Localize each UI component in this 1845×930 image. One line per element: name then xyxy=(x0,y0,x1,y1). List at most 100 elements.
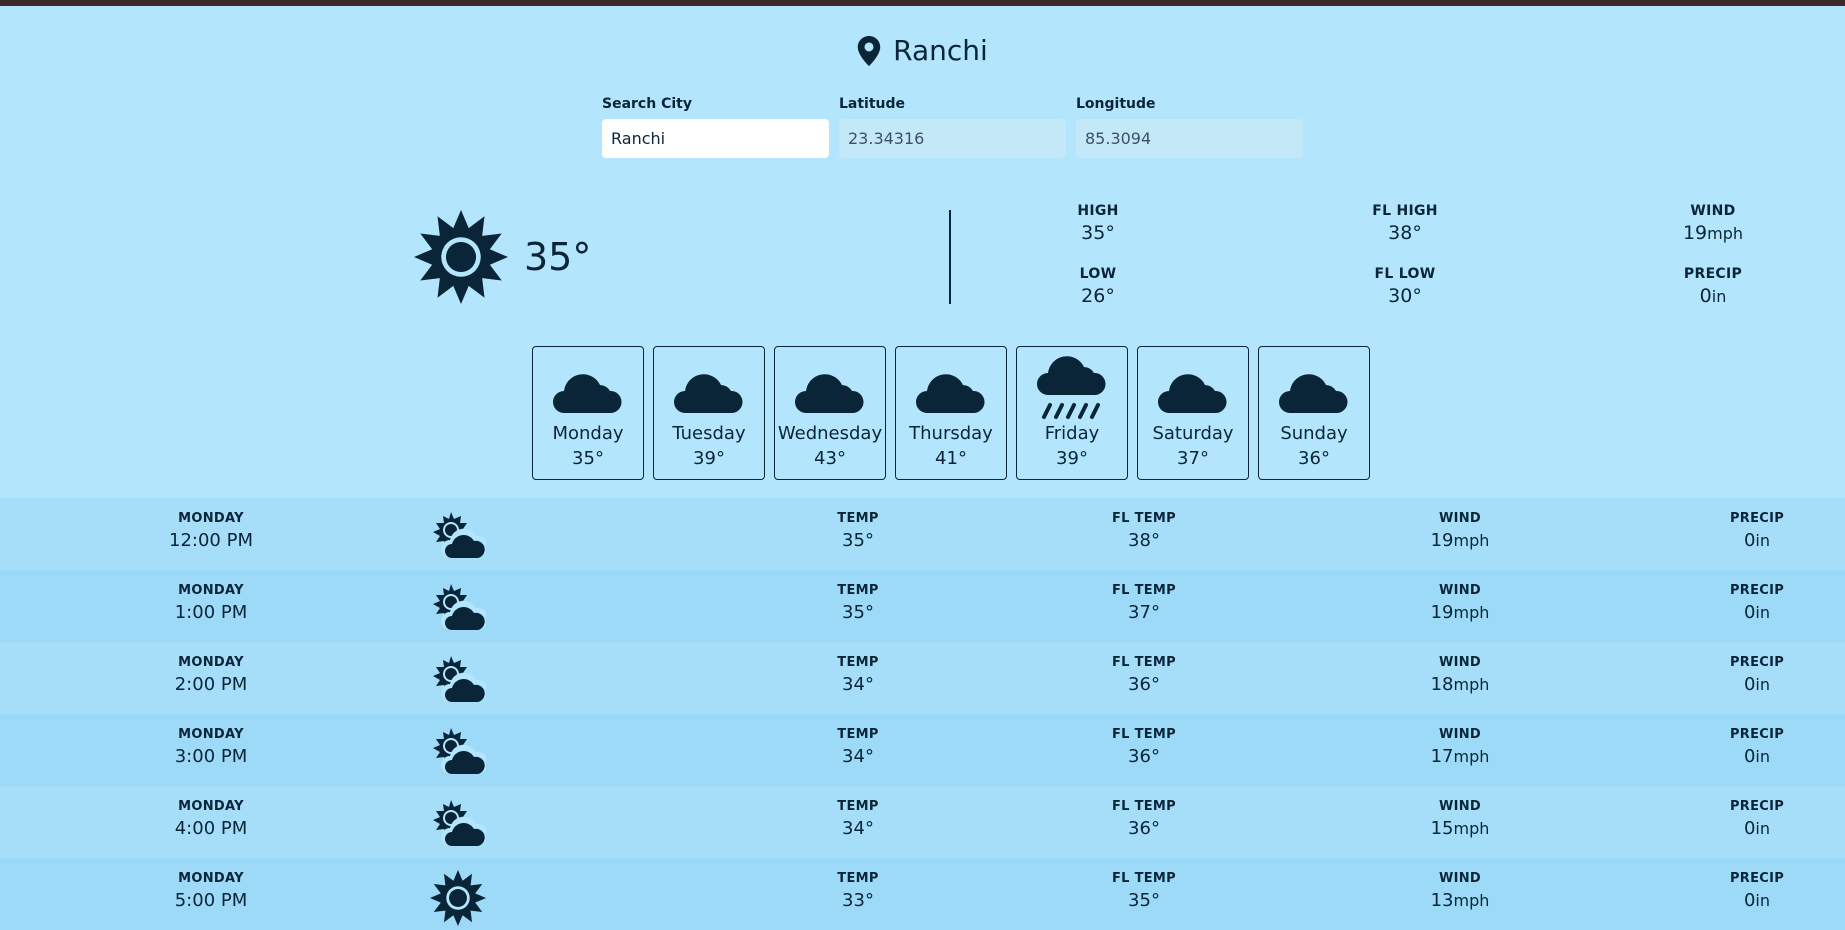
latitude-input[interactable] xyxy=(839,119,1066,158)
hour-temp-label: TEMP xyxy=(837,799,879,814)
current-weather: 35° xyxy=(414,210,591,304)
hourly-row: MONDAY 3:00 PM TEMP 34° FL TEMP 36° WIND 17mph P… xyxy=(0,714,1845,786)
day-temp: 43° xyxy=(814,448,846,469)
hour-precip: 0in xyxy=(1677,746,1837,767)
hour-precip-value: 0 xyxy=(1743,746,1756,767)
unit: in xyxy=(1755,675,1771,694)
hour-fl-temp-cell: FL TEMP 36° xyxy=(1064,727,1224,767)
hour-fl-temp-cell: FL TEMP 37° xyxy=(1064,583,1224,623)
hour-temp-cell: TEMP 34° xyxy=(778,727,938,767)
hour-fl-temp-cell: FL TEMP 38° xyxy=(1064,511,1224,551)
day-card-friday[interactable]: Friday 39° xyxy=(1016,346,1128,480)
unit: in xyxy=(1755,819,1771,838)
wind-unit: mph xyxy=(1707,224,1744,243)
hour-wind-value: 19 xyxy=(1430,530,1454,551)
hour-day: MONDAY xyxy=(178,799,244,814)
unit: in xyxy=(1755,603,1771,622)
unit: mph xyxy=(1453,891,1490,910)
hour-precip-value: 0 xyxy=(1743,530,1756,551)
precip-unit: in xyxy=(1711,287,1727,306)
hourly-forecast: MONDAY 12:00 PM TEMP 35° FL TEMP 38° WIND 19mph… xyxy=(0,498,1845,930)
hour-temp-label: TEMP xyxy=(837,727,879,742)
hour-temp-cell: TEMP 34° xyxy=(778,799,938,839)
latitude-label: Latitude xyxy=(839,96,906,112)
hour-wind-cell: WIND 19mph xyxy=(1380,583,1540,623)
hour-temp: 34° xyxy=(778,674,938,695)
search-city-input[interactable] xyxy=(602,119,829,158)
cloud-icon xyxy=(1155,351,1231,421)
search-city-label: Search City xyxy=(602,96,692,112)
hour-wind-label: WIND xyxy=(1438,799,1482,814)
hour-fl-temp: 36° xyxy=(1064,674,1224,695)
hour-time-cell: MONDAY 5:00 PM xyxy=(131,871,291,911)
hour-wind-value: 19 xyxy=(1430,602,1454,623)
hour-fl-temp-cell: FL TEMP 36° xyxy=(1064,799,1224,839)
unit: mph xyxy=(1453,675,1490,694)
day-card-wednesday[interactable]: Wednesday 43° xyxy=(774,346,886,480)
day-name: Thursday xyxy=(909,423,993,444)
hour-wind-value: 13 xyxy=(1430,890,1454,911)
hour-fl-temp-label: FL TEMP xyxy=(1111,511,1176,526)
hour-wind-cell: WIND 17mph xyxy=(1380,727,1540,767)
hour-precip-value: 0 xyxy=(1743,890,1756,911)
stat-label: HIGH xyxy=(1077,203,1119,219)
hour-precip-label: PRECIP xyxy=(1729,655,1785,670)
stat-label: FL HIGH xyxy=(1372,203,1438,219)
wind-value: 19 xyxy=(1682,222,1708,244)
hourly-row: MONDAY 5:00 PM TEMP 33° FL TEMP 35° WIND 13mph P… xyxy=(0,858,1845,930)
precip-value: 0 xyxy=(1699,285,1712,307)
day-name: Monday xyxy=(552,423,624,444)
hour-temp: 35° xyxy=(778,602,938,623)
hour-wind-cell: WIND 19mph xyxy=(1380,511,1540,551)
hour-precip: 0in xyxy=(1677,530,1837,551)
hour-temp-cell: TEMP 34° xyxy=(778,655,938,695)
hour-temp-value: 34° xyxy=(842,746,874,767)
hour-precip-cell: PRECIP 0in xyxy=(1677,583,1837,623)
hour-fl-temp: 36° xyxy=(1064,746,1224,767)
unit: mph xyxy=(1453,531,1490,550)
hour-temp: 35° xyxy=(778,530,938,551)
day-card-sunday[interactable]: Sunday 36° xyxy=(1258,346,1370,480)
hour-precip-label: PRECIP xyxy=(1729,799,1785,814)
hour-fl-temp-label: FL TEMP xyxy=(1111,799,1176,814)
stat-wind: WIND 19mph xyxy=(1633,203,1793,244)
day-card-thursday[interactable]: Thursday 41° xyxy=(895,346,1007,480)
stat-value: 35° xyxy=(1081,222,1115,244)
hourly-row: MONDAY 1:00 PM TEMP 35° FL TEMP 37° WIND 19mph P… xyxy=(0,570,1845,642)
cloud-icon xyxy=(792,351,868,421)
hourly-row: MONDAY 4:00 PM TEMP 34° FL TEMP 36° WIND 15mph P… xyxy=(0,786,1845,858)
stat-value: 19mph xyxy=(1633,222,1793,244)
day-temp: 35° xyxy=(572,448,604,469)
stat-value: 0in xyxy=(1633,285,1793,307)
hour-precip-label: PRECIP xyxy=(1729,871,1785,886)
hour-precip: 0in xyxy=(1677,602,1837,623)
hour-precip-value: 0 xyxy=(1743,818,1756,839)
hour-precip-cell: PRECIP 0in xyxy=(1677,511,1837,551)
hour-temp-cell: TEMP 33° xyxy=(778,871,938,911)
hour-precip-label: PRECIP xyxy=(1729,583,1785,598)
hour-precip: 0in xyxy=(1677,818,1837,839)
cloud-icon xyxy=(550,351,626,421)
search-city-field: Search City xyxy=(602,96,829,158)
day-card-saturday[interactable]: Saturday 37° xyxy=(1137,346,1249,480)
hour-wind-cell: WIND 13mph xyxy=(1380,871,1540,911)
stat-low: LOW 26° xyxy=(1018,266,1178,307)
day-card-tuesday[interactable]: Tuesday 39° xyxy=(653,346,765,480)
hour-wind: 13mph xyxy=(1380,890,1540,911)
hour-temp: 34° xyxy=(778,746,938,767)
hour-wind-cell: WIND 15mph xyxy=(1380,799,1540,839)
cloud-icon xyxy=(1276,351,1352,421)
hour-fl-temp-label: FL TEMP xyxy=(1111,655,1176,670)
day-name: Tuesday xyxy=(672,423,746,444)
day-card-monday[interactable]: Monday 35° xyxy=(532,346,644,480)
hour-fl-temp-value: 35° xyxy=(1128,890,1160,911)
hour-temp-cell: TEMP 35° xyxy=(778,583,938,623)
hour-fl-temp-value: 36° xyxy=(1128,746,1160,767)
stat-value: 26° xyxy=(1081,285,1115,307)
hour-fl-temp-value: 36° xyxy=(1128,818,1160,839)
hour-temp-label: TEMP xyxy=(837,655,879,670)
hour-wind-label: WIND xyxy=(1438,655,1482,670)
hour-time-cell: MONDAY 4:00 PM xyxy=(131,799,291,839)
hour-fl-temp-value: 38° xyxy=(1128,530,1160,551)
longitude-input[interactable] xyxy=(1076,119,1303,158)
